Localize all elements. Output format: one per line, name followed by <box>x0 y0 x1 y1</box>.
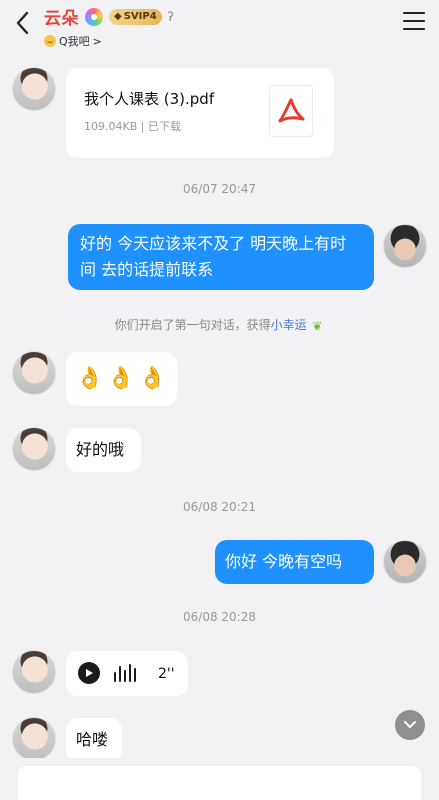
message-bubble-outgoing[interactable]: 好的 今天应该来不及了 明天晚上有时间 去的话提前联系 <box>68 224 374 290</box>
system-notice: 你们开启了第一句对话，获得小幸运 ❦ <box>0 316 439 333</box>
timestamp: 06/08 20:21 <box>183 500 256 514</box>
play-button[interactable] <box>78 662 100 684</box>
lollipop-icon <box>85 7 103 26</box>
voice-duration: 2'' <box>158 666 175 682</box>
message-text: 好的哦 <box>76 440 125 459</box>
avatar-contact[interactable] <box>12 67 56 111</box>
ok-hand-emoji: 👌 <box>138 366 167 391</box>
message-bubble-outgoing[interactable]: 你好 今晚有空吗 <box>215 540 374 584</box>
chat-header: 云朵 ◆ SVIP4 ʔ Q我吧 > <box>0 0 439 48</box>
back-button[interactable] <box>10 10 36 36</box>
file-name: 我个人课表 (3).pdf <box>84 90 215 108</box>
file-meta: 109.04KB | 已下载 <box>84 120 181 133</box>
contact-info[interactable]: 云朵 ◆ SVIP4 ʔ Q我吧 > <box>44 4 182 49</box>
file-message[interactable]: 我个人课表 (3).pdf 109.04KB | 已下载 <box>66 68 334 158</box>
svip-label: SVIP4 <box>123 11 157 22</box>
message-bubble-incoming[interactable]: 👌 👌 👌 <box>66 352 177 406</box>
sprout-icon: ❦ <box>312 319 323 333</box>
message-text: 好的 今天应该来不及了 明天晚上有时间 去的话提前联系 <box>80 234 347 279</box>
lucky-link[interactable]: 小幸运 <box>271 318 307 332</box>
ear-icon: ʔ <box>167 9 174 24</box>
pdf-file-icon <box>269 85 313 137</box>
avatar-contact[interactable] <box>12 427 56 471</box>
contact-name: 云朵 <box>44 9 79 29</box>
menu-button[interactable] <box>403 12 425 30</box>
notice-text: 你们开启了第一句对话，获得 <box>114 318 271 332</box>
message-text: 你好 今晚有空吗 <box>225 552 343 571</box>
message-text: 哈喽 <box>76 730 109 749</box>
scroll-to-bottom-button[interactable] <box>395 710 425 740</box>
chevron-down-icon <box>404 721 416 728</box>
subtitle-arrow: > <box>92 34 102 48</box>
input-area <box>0 758 439 800</box>
ok-hand-emoji: 👌 <box>107 366 135 391</box>
message-bubble-incoming[interactable]: 好的哦 <box>66 428 141 472</box>
voice-message[interactable]: 2'' <box>66 651 188 696</box>
avatar-contact[interactable] <box>12 650 56 694</box>
message-bubble-incoming[interactable]: 哈喽 <box>66 718 122 762</box>
menu-bar <box>403 28 425 30</box>
timestamp: 06/08 20:28 <box>183 610 256 624</box>
play-icon <box>86 669 93 677</box>
avatar-self[interactable] <box>383 224 427 268</box>
ok-hand-emoji: 👌 <box>76 366 104 391</box>
voice-waveform <box>114 664 136 682</box>
contact-subtitle: Q我吧 <box>59 35 90 48</box>
message-input[interactable] <box>18 766 421 800</box>
menu-bar <box>403 20 425 22</box>
crown-icon: ◆ <box>114 11 122 22</box>
avatar-self[interactable] <box>383 540 427 584</box>
chevron-left-icon <box>16 11 29 35</box>
avatar-contact[interactable] <box>12 351 56 395</box>
avatar-contact[interactable] <box>12 717 56 761</box>
menu-bar <box>403 12 425 14</box>
timestamp: 06/07 20:47 <box>183 182 256 196</box>
svip-badge: ◆ SVIP4 <box>109 8 162 25</box>
smiley-icon <box>44 35 56 47</box>
